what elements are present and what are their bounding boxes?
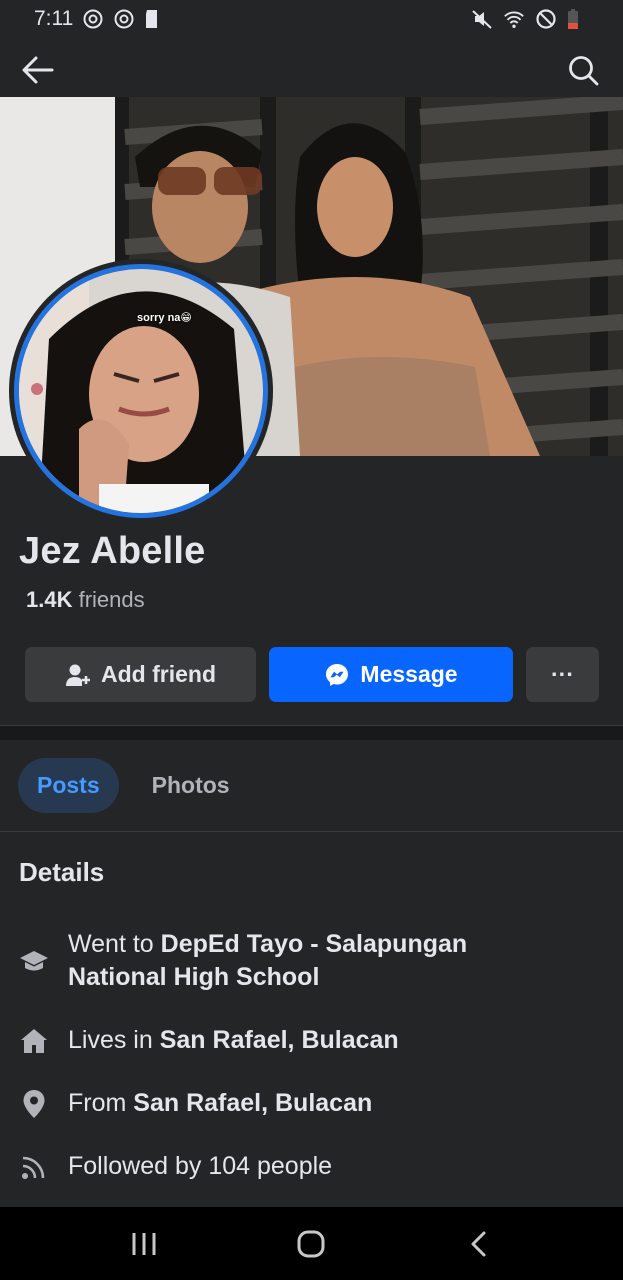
home-icon [19, 1024, 49, 1057]
message-button[interactable]: Message [269, 647, 513, 702]
divider [0, 831, 623, 832]
friends-count[interactable]: 1.4K friends [26, 587, 145, 613]
tab-photos[interactable]: Photos [133, 758, 249, 813]
avatar-caption: sorry na😁 [137, 312, 192, 324]
arrow-left-icon [22, 56, 54, 84]
mute-icon [471, 8, 493, 30]
detail-from-value[interactable]: San Rafael, Bulacan [133, 1089, 372, 1117]
status-bar: 7:11 [0, 0, 623, 38]
location-pin-icon [19, 1087, 49, 1120]
profile-actions: Add friend Message ··· [25, 647, 599, 702]
search-icon [569, 56, 599, 86]
system-nav-bar [0, 1207, 623, 1280]
add-friend-label: Add friend [101, 661, 216, 687]
add-friend-icon [66, 664, 90, 686]
sync-icon [82, 8, 104, 30]
back-chevron-icon [471, 1231, 486, 1256]
graduation-cap-icon [19, 944, 49, 977]
section-divider [0, 726, 623, 740]
add-friend-button[interactable]: Add friend [25, 647, 256, 702]
rss-icon [19, 1150, 49, 1183]
friends-count-label: friends [78, 587, 145, 612]
detail-lives-in-value[interactable]: San Rafael, Bulacan [160, 1026, 399, 1054]
message-label: Message [360, 661, 458, 687]
home-button-icon [297, 1230, 325, 1257]
profile-avatar[interactable]: sorry na😁 [9, 259, 273, 523]
profile-name: Jez Abelle [19, 530, 206, 572]
home-button[interactable] [281, 1214, 341, 1274]
recents-button[interactable] [114, 1214, 174, 1274]
friends-count-value: 1.4K [26, 587, 73, 612]
details-heading: Details [19, 857, 105, 887]
dnd-icon [535, 8, 557, 30]
detail-education-prefix: Went to [68, 930, 161, 958]
tab-posts[interactable]: Posts [18, 758, 119, 813]
detail-from: From San Rafael, Bulacan [19, 1087, 609, 1120]
detail-from-prefix: From [68, 1089, 134, 1117]
back-nav-button[interactable] [449, 1214, 509, 1274]
wifi-icon [503, 8, 525, 30]
profile-tabs: Posts Photos [18, 758, 249, 813]
recents-icon [132, 1232, 156, 1255]
search-button[interactable] [565, 52, 601, 88]
detail-education: Went to DepEd Tayo - Salapungan National… [19, 928, 609, 994]
battery-low-icon [567, 8, 589, 30]
messenger-icon [326, 663, 349, 686]
sd-card-icon [144, 8, 166, 30]
more-icon: ··· [551, 661, 574, 687]
detail-followers-text: Followed by 104 people [68, 1152, 333, 1180]
back-button[interactable] [20, 52, 56, 88]
status-time: 7:11 [34, 7, 74, 30]
detail-followers[interactable]: Followed by 104 people [19, 1150, 609, 1183]
detail-lives-in: Lives in San Rafael, Bulacan [19, 1024, 609, 1057]
detail-lives-in-prefix: Lives in [68, 1026, 160, 1054]
more-options-button[interactable]: ··· [526, 647, 599, 702]
app-bar [0, 42, 623, 98]
sync-icon [113, 8, 135, 30]
